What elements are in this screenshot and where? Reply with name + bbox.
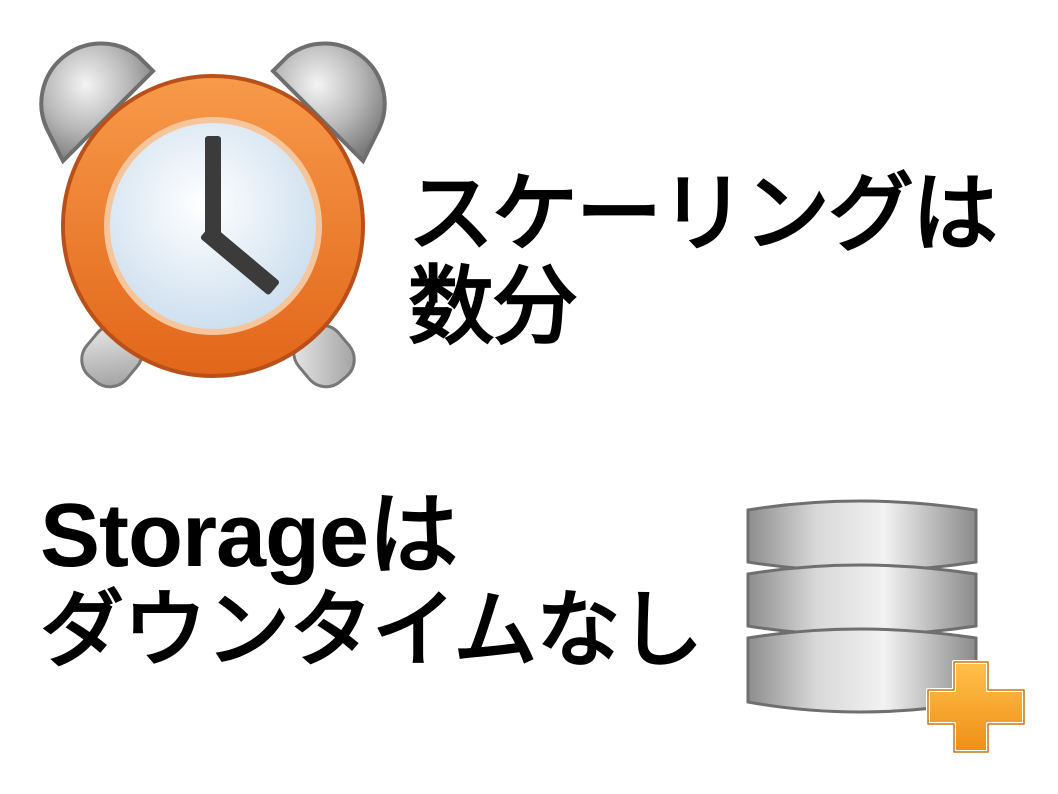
database-add-icon xyxy=(746,499,1026,754)
db-disk-middle xyxy=(746,563,978,637)
storage-message: Storageは ダウンタイムなし xyxy=(40,486,703,680)
db-disk-top xyxy=(746,499,978,573)
storage-line-2: ダウンタイムなし xyxy=(40,581,703,680)
scaling-line-2: 数分 xyxy=(408,256,578,357)
scaling-message: スケーリングは 数分 xyxy=(408,164,998,357)
storage-line-1: Storageは xyxy=(40,486,458,586)
scaling-line-1: スケーリングは xyxy=(408,164,998,264)
alarm-clock-icon xyxy=(39,41,387,389)
slide: スケーリングは 数分 Storageは ダウンタイムなし xyxy=(0,0,1058,794)
